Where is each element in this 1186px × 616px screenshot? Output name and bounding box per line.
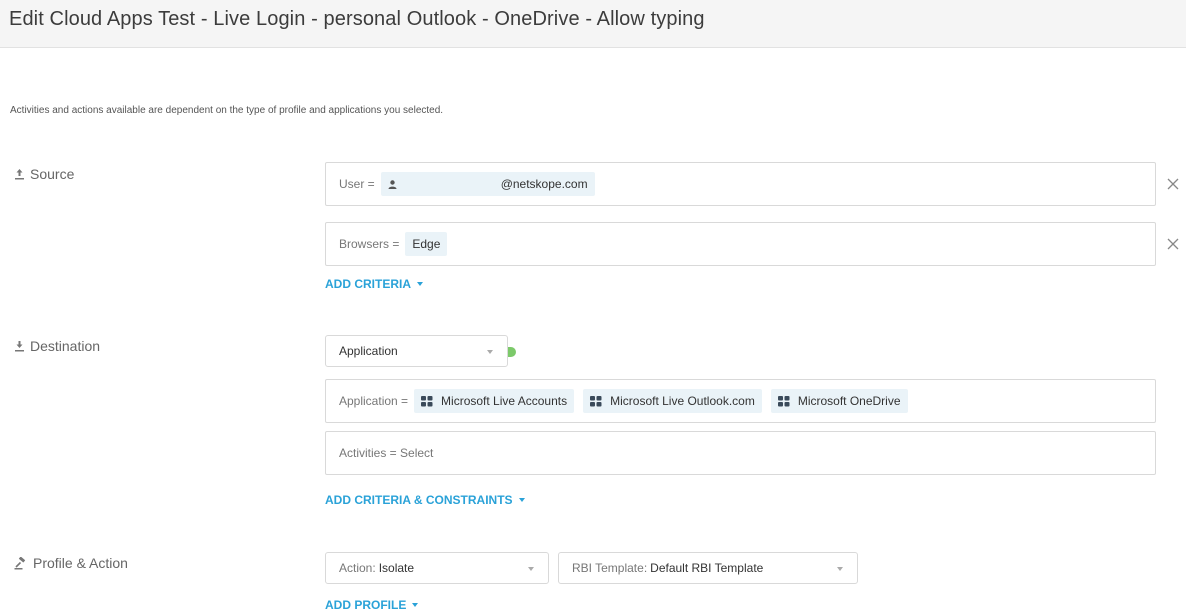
add-criteria-button[interactable]: ADD CRITERIA xyxy=(325,277,423,291)
profile-action-label: Profile & Action xyxy=(33,555,128,571)
activities-criteria-text: Activities = Select xyxy=(339,446,434,460)
user-icon xyxy=(388,179,397,189)
rbi-template-key: RBI Template: xyxy=(572,561,648,575)
rbi-template-value: Default RBI Template xyxy=(650,561,764,575)
destination-type-value: Application xyxy=(339,344,398,358)
user-criteria-key: User = xyxy=(339,177,375,191)
caret-down-icon xyxy=(412,603,419,607)
action-select-key: Action: xyxy=(339,561,376,575)
browser-criteria-key: Browsers = xyxy=(339,237,400,251)
action-select[interactable]: Action: Isolate xyxy=(325,552,549,584)
app-chip-label: Microsoft Live Accounts xyxy=(441,394,568,408)
activities-criteria-box[interactable]: Activities = Select xyxy=(325,431,1156,475)
browser-chip-value: Edge xyxy=(412,237,441,251)
gavel-icon xyxy=(14,556,26,569)
user-chip[interactable]: @netskope.com xyxy=(380,172,595,196)
user-chip-value: @netskope.com xyxy=(500,177,588,191)
profile-action-section-label: Profile & Action xyxy=(14,555,128,571)
app-grid-icon xyxy=(421,395,433,406)
destination-section-label: Destination xyxy=(14,338,100,354)
add-criteria-label: ADD CRITERIA xyxy=(325,277,411,291)
destination-type-select[interactable]: Application xyxy=(325,335,508,367)
download-icon xyxy=(15,341,24,352)
add-criteria-constraints-button[interactable]: ADD CRITERIA & CONSTRAINTS xyxy=(325,493,525,507)
application-criteria-key: Application = xyxy=(339,394,409,408)
app-chip-live-outlook[interactable]: Microsoft Live Outlook.com xyxy=(583,389,762,413)
app-chip-live-accounts[interactable]: Microsoft Live Accounts xyxy=(414,389,575,413)
add-profile-button[interactable]: ADD PROFILE xyxy=(325,598,419,612)
caret-down-icon xyxy=(518,498,525,502)
info-text: Activities and actions available are dep… xyxy=(10,105,444,116)
source-section-label: Source xyxy=(14,166,74,182)
user-criteria-box[interactable]: User = @netskope.com xyxy=(325,162,1156,206)
action-select-value: Isolate xyxy=(378,561,415,575)
caret-down-icon xyxy=(417,282,423,286)
upload-icon xyxy=(15,169,24,180)
app-chip-onedrive[interactable]: Microsoft OneDrive xyxy=(770,389,908,413)
browser-chip[interactable]: Edge xyxy=(405,232,448,256)
app-grid-icon xyxy=(590,395,602,406)
page-title: Edit Cloud Apps Test - Live Login - pers… xyxy=(9,8,705,30)
app-chip-label: Microsoft Live Outlook.com xyxy=(610,394,755,408)
remove-browser-criteria-close-icon[interactable] xyxy=(1166,237,1180,251)
app-chip-label: Microsoft OneDrive xyxy=(797,394,901,408)
add-criteria-constraints-label: ADD CRITERIA & CONSTRAINTS xyxy=(325,493,513,507)
rbi-template-select[interactable]: RBI Template: Default RBI Template xyxy=(558,552,858,584)
chevron-down-icon xyxy=(487,350,493,354)
remove-user-criteria-close-icon[interactable] xyxy=(1166,177,1180,191)
source-label: Source xyxy=(30,166,75,182)
chevron-down-icon xyxy=(837,567,843,571)
app-grid-icon xyxy=(777,395,790,406)
destination-label: Destination xyxy=(30,338,101,354)
add-profile-label: ADD PROFILE xyxy=(325,598,407,612)
page-header: Edit Cloud Apps Test - Live Login - pers… xyxy=(0,0,1186,48)
application-criteria-box[interactable]: Application = Microsoft Live Accounts Mi… xyxy=(325,379,1156,423)
status-toggle-indicator[interactable] xyxy=(508,347,516,357)
browser-criteria-box[interactable]: Browsers = Edge xyxy=(325,222,1156,266)
chevron-down-icon xyxy=(528,567,534,571)
